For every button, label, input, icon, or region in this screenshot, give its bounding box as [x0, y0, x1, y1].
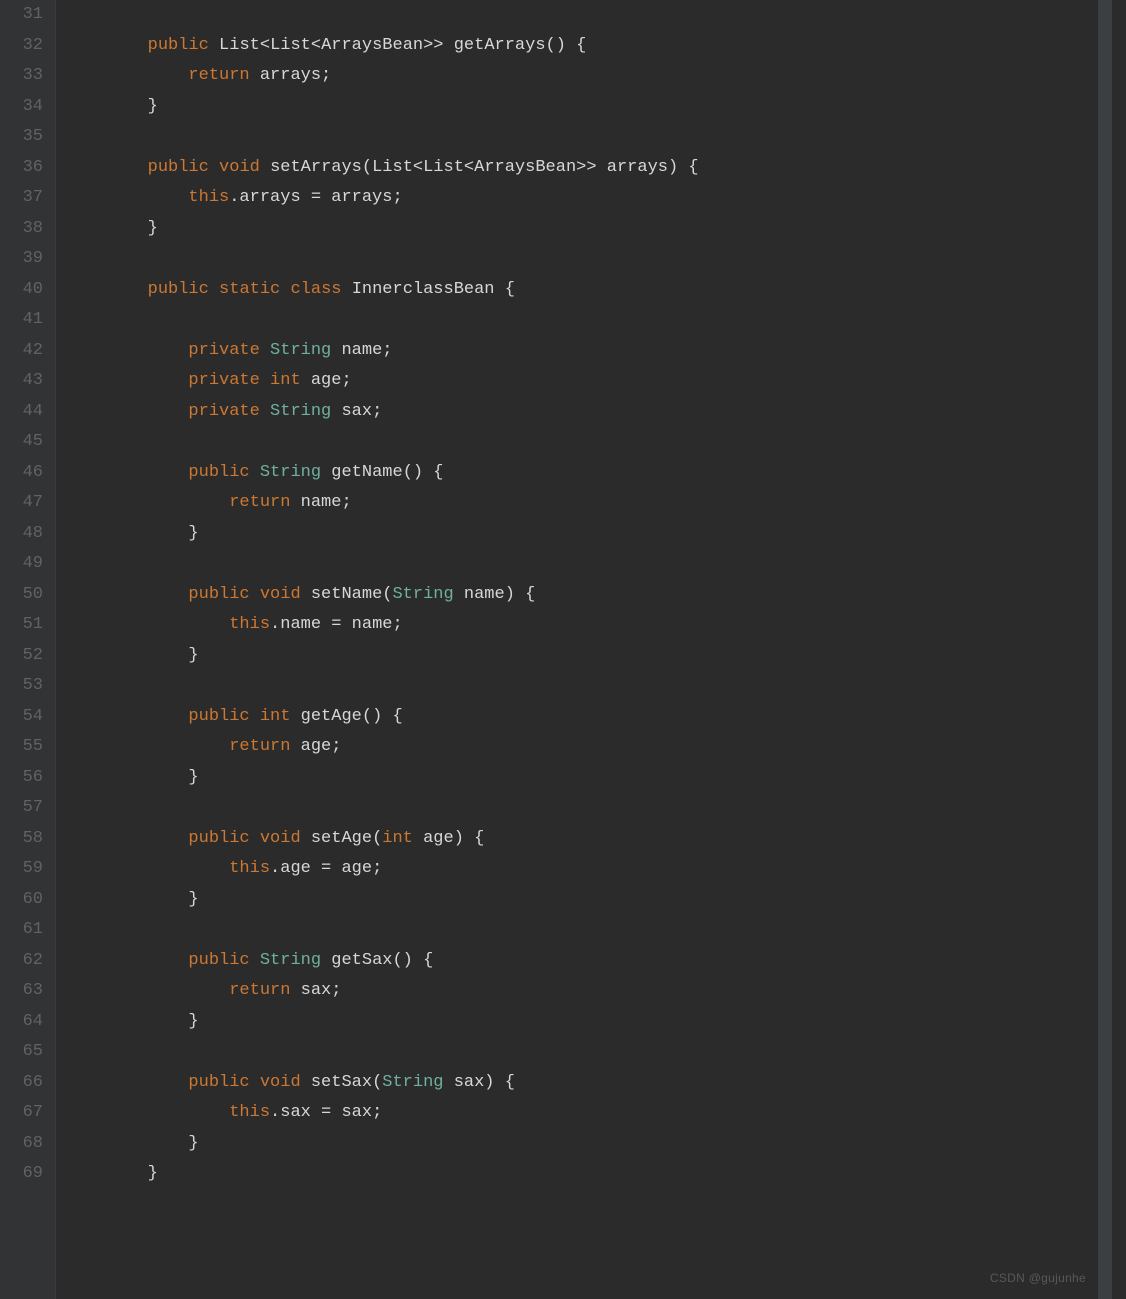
code-line[interactable]: this.age = age;: [66, 854, 1126, 885]
code-line[interactable]: private int age;: [66, 366, 1126, 397]
line-number: 57: [0, 793, 43, 824]
line-number: 46: [0, 458, 43, 489]
code-line[interactable]: }: [66, 1159, 1126, 1190]
code-line[interactable]: private String name;: [66, 336, 1126, 367]
code-line[interactable]: return age;: [66, 732, 1126, 763]
code-line[interactable]: this.name = name;: [66, 610, 1126, 641]
line-number: 67: [0, 1098, 43, 1129]
line-number: 64: [0, 1007, 43, 1038]
code-line[interactable]: [66, 427, 1126, 458]
line-number: 58: [0, 824, 43, 855]
code-line[interactable]: }: [66, 92, 1126, 123]
code-line[interactable]: return arrays;: [66, 61, 1126, 92]
code-line[interactable]: }: [66, 763, 1126, 794]
line-number: 33: [0, 61, 43, 92]
code-line[interactable]: public int getAge() {: [66, 702, 1126, 733]
line-number: 38: [0, 214, 43, 245]
code-line[interactable]: }: [66, 519, 1126, 550]
code-line[interactable]: public void setSax(String sax) {: [66, 1068, 1126, 1099]
code-line[interactable]: [66, 244, 1126, 275]
watermark-text: CSDN @gujunhe: [990, 1263, 1086, 1294]
line-number: 44: [0, 397, 43, 428]
line-number: 61: [0, 915, 43, 946]
line-number: 41: [0, 305, 43, 336]
code-line[interactable]: public List<List<ArraysBean>> getArrays(…: [66, 31, 1126, 62]
code-line[interactable]: [66, 671, 1126, 702]
code-line[interactable]: [66, 0, 1126, 31]
code-line[interactable]: }: [66, 214, 1126, 245]
line-number: 36: [0, 153, 43, 184]
line-number: 34: [0, 92, 43, 123]
code-line[interactable]: return sax;: [66, 976, 1126, 1007]
line-number: 47: [0, 488, 43, 519]
code-line[interactable]: [66, 793, 1126, 824]
code-line[interactable]: this.arrays = arrays;: [66, 183, 1126, 214]
code-editor[interactable]: 3132333435363738394041424344454647484950…: [0, 0, 1126, 1299]
line-number: 69: [0, 1159, 43, 1190]
code-line[interactable]: [66, 549, 1126, 580]
code-line[interactable]: [66, 122, 1126, 153]
line-number: 37: [0, 183, 43, 214]
code-line[interactable]: this.sax = sax;: [66, 1098, 1126, 1129]
line-number: 55: [0, 732, 43, 763]
code-line[interactable]: private String sax;: [66, 397, 1126, 428]
code-line[interactable]: public String getSax() {: [66, 946, 1126, 977]
line-number: 56: [0, 763, 43, 794]
code-line[interactable]: public static class InnerclassBean {: [66, 275, 1126, 306]
code-line[interactable]: }: [66, 641, 1126, 672]
line-number: 66: [0, 1068, 43, 1099]
code-area[interactable]: public List<List<ArraysBean>> getArrays(…: [56, 0, 1126, 1299]
line-number: 68: [0, 1129, 43, 1160]
line-number: 63: [0, 976, 43, 1007]
line-number: 39: [0, 244, 43, 275]
code-line[interactable]: public void setAge(int age) {: [66, 824, 1126, 855]
line-number-gutter: 3132333435363738394041424344454647484950…: [0, 0, 56, 1299]
line-number: 60: [0, 885, 43, 916]
line-number: 62: [0, 946, 43, 977]
line-number: 45: [0, 427, 43, 458]
line-number: 40: [0, 275, 43, 306]
line-number: 35: [0, 122, 43, 153]
code-line[interactable]: public String getName() {: [66, 458, 1126, 489]
line-number: 59: [0, 854, 43, 885]
line-number: 50: [0, 580, 43, 611]
line-number: 42: [0, 336, 43, 367]
line-number: 32: [0, 31, 43, 62]
line-number: 51: [0, 610, 43, 641]
code-line[interactable]: public void setName(String name) {: [66, 580, 1126, 611]
line-number: 49: [0, 549, 43, 580]
line-number: 54: [0, 702, 43, 733]
code-line[interactable]: [66, 1037, 1126, 1068]
line-number: 48: [0, 519, 43, 550]
line-number: 31: [0, 0, 43, 31]
line-number: 53: [0, 671, 43, 702]
code-line[interactable]: [66, 305, 1126, 336]
code-line[interactable]: }: [66, 1007, 1126, 1038]
code-line[interactable]: public void setArrays(List<List<ArraysBe…: [66, 153, 1126, 184]
line-number: 65: [0, 1037, 43, 1068]
code-line[interactable]: }: [66, 885, 1126, 916]
scrollbar-track[interactable]: [1098, 0, 1112, 1299]
line-number: 52: [0, 641, 43, 672]
line-number: 43: [0, 366, 43, 397]
code-line[interactable]: }: [66, 1129, 1126, 1160]
code-line[interactable]: [66, 915, 1126, 946]
code-line[interactable]: return name;: [66, 488, 1126, 519]
